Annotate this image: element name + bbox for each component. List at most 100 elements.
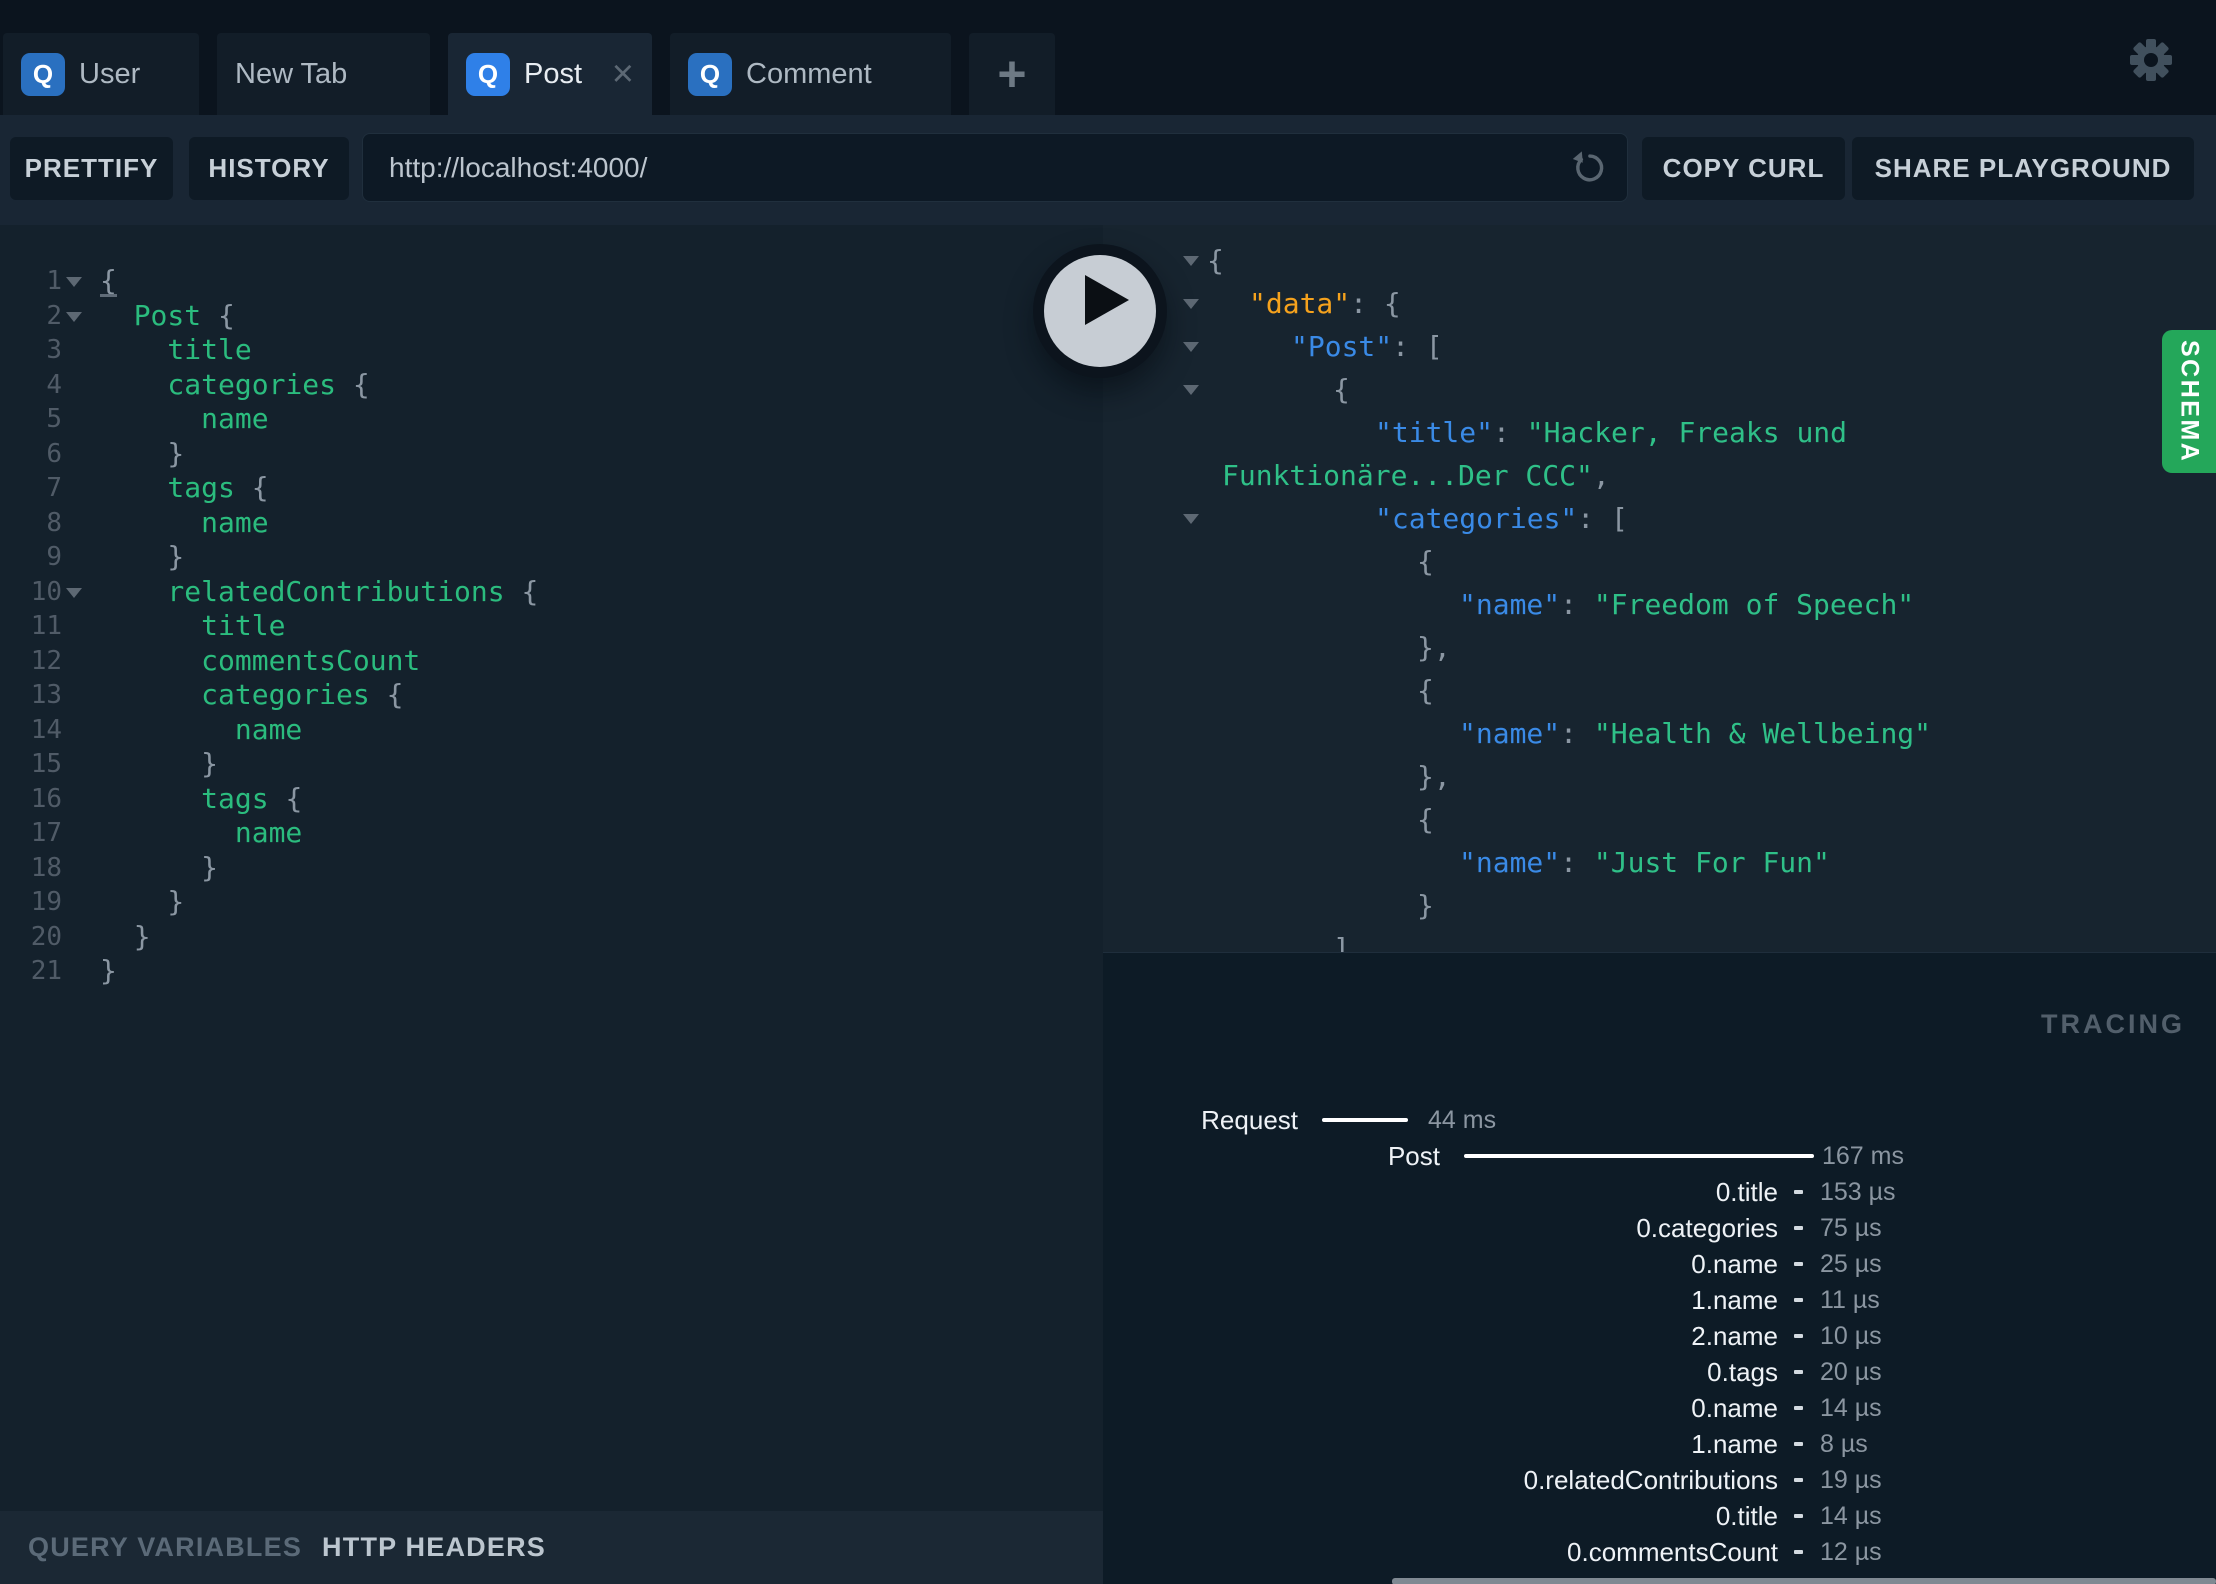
line-number: 15	[30, 749, 62, 779]
token: "Just For Fun"	[1593, 846, 1830, 879]
schema-tab[interactable]: SCHEMA	[2162, 330, 2216, 473]
trace-dash	[1794, 1550, 1803, 1554]
execute-query-button[interactable]	[1033, 244, 1167, 378]
trace-value: 10 µs	[1820, 1322, 1882, 1350]
query-variables-tab[interactable]: QUERY VARIABLES	[28, 1532, 302, 1563]
token: }	[1417, 889, 1434, 922]
tab-user[interactable]: Q User	[3, 33, 199, 115]
trace-label: 0.categories	[1636, 1213, 1778, 1243]
code-text: }	[100, 540, 1103, 575]
tab-label: Post	[524, 57, 583, 90]
query-badge: Q	[466, 52, 510, 96]
new-tab-button[interactable]: +	[969, 33, 1055, 115]
trace-dash	[1794, 1334, 1803, 1338]
trace-dash	[1794, 1514, 1803, 1518]
code-text: }	[100, 851, 1103, 886]
token: {	[1417, 803, 1434, 836]
trace-row: 0.title 153 µs	[1103, 1174, 2216, 1210]
response-line: {	[1103, 540, 2216, 583]
token: {	[352, 367, 370, 401]
history-button[interactable]: HISTORY	[189, 137, 349, 200]
response-line: "name": "Just For Fun"	[1103, 841, 2216, 884]
token: "Post"	[1291, 330, 1393, 363]
fold-arrow-icon[interactable]	[1183, 299, 1199, 309]
token: :	[1560, 846, 1594, 879]
editor-line: 17 name	[0, 816, 1103, 851]
fold-arrow-icon[interactable]	[1183, 385, 1199, 395]
token: "title"	[1375, 416, 1494, 449]
copy-curl-button[interactable]: COPY CURL	[1642, 137, 1845, 200]
fold-arrow-icon[interactable]	[1183, 256, 1199, 266]
code-text: {	[1207, 239, 2216, 282]
settings-gear-icon[interactable]	[2128, 37, 2174, 83]
token: {	[218, 298, 235, 332]
editor-line: 21}	[0, 954, 1103, 989]
refresh-icon[interactable]	[1569, 149, 1607, 187]
url-input[interactable]: http://localhost:4000/	[362, 133, 1628, 202]
token: {	[1417, 545, 1434, 578]
code-text: }	[100, 437, 1103, 472]
fold-arrow-icon[interactable]	[66, 587, 82, 598]
code-text: }	[100, 885, 1103, 920]
line-number: 1	[46, 266, 62, 296]
trace-value: 75 µs	[1820, 1214, 1882, 1242]
editor-line: 8 name	[0, 506, 1103, 541]
code-text: "data": {	[1207, 282, 2216, 325]
code-text: }	[100, 920, 1103, 955]
code-text: }	[100, 954, 1103, 989]
trace-value: 44 ms	[1428, 1106, 1497, 1134]
response-line: {	[1103, 368, 2216, 411]
text-cursor	[100, 294, 117, 297]
code-text: "name": "Health & Wellbeing"	[1207, 712, 2216, 755]
code-text: categories {	[100, 678, 1103, 713]
token: ]	[1333, 932, 1350, 952]
response-line: {	[1103, 669, 2216, 712]
query-editor[interactable]: 1{2 Post {3 title 4 categories {5 name 6} 7 tags…	[0, 225, 1103, 1511]
trace-value: 25 µs	[1820, 1250, 1882, 1278]
token: "categories"	[1375, 502, 1578, 535]
code-text: name	[100, 402, 1103, 437]
code-text: {	[1207, 368, 2216, 411]
trace-label: 0.tags	[1707, 1357, 1778, 1387]
editor-line: 20}	[0, 920, 1103, 955]
token: {	[1333, 373, 1350, 406]
line-number: 17	[30, 818, 62, 848]
line-number: 5	[46, 404, 62, 434]
horizontal-scrollbar[interactable]	[1392, 1578, 2216, 1584]
tab-comment[interactable]: Q Comment	[670, 33, 951, 115]
response-pane: {"data": {"Post": [{"title": "Hacker, Fr…	[1103, 225, 2216, 952]
token: }	[167, 885, 185, 918]
line-number: 11	[30, 611, 62, 641]
code-text: },	[1207, 626, 2216, 669]
code-text: Funktionäre...Der CCC",	[1207, 454, 2216, 497]
token: }	[201, 747, 218, 780]
code-text: "name": "Just For Fun"	[1207, 841, 2216, 884]
trace-value: 19 µs	[1820, 1466, 1882, 1494]
prettify-button[interactable]: PRETTIFY	[10, 137, 173, 200]
tab-post[interactable]: Q Post ×	[448, 33, 652, 115]
http-headers-tab[interactable]: HTTP HEADERS	[322, 1532, 546, 1563]
token: title	[201, 609, 286, 642]
trace-value: 153 µs	[1820, 1178, 1896, 1206]
code-text: {	[1207, 798, 2216, 841]
editor-line: 2 Post {	[0, 299, 1103, 334]
close-icon[interactable]: ×	[600, 55, 634, 93]
token: title	[167, 333, 252, 366]
code-text: {	[1207, 540, 2216, 583]
fold-arrow-icon[interactable]	[1183, 342, 1199, 352]
trace-label: 2.name	[1691, 1321, 1778, 1351]
token: "name"	[1459, 588, 1561, 621]
schema-tab-label: SCHEMA	[2175, 339, 2204, 464]
tab-new-tab[interactable]: New Tab	[217, 33, 430, 115]
code-text: categories {	[100, 368, 1103, 403]
fold-arrow-icon[interactable]	[1183, 514, 1199, 524]
share-playground-button[interactable]: SHARE PLAYGROUND	[1852, 137, 2194, 200]
fold-arrow-icon[interactable]	[66, 311, 82, 322]
trace-row: 0.name 25 µs	[1103, 1246, 2216, 1282]
line-number: 16	[30, 783, 62, 814]
response-lines: {"data": {"Post": [{"title": "Hacker, Fr…	[1103, 239, 2216, 952]
code-text: Post {	[100, 299, 1103, 334]
fold-arrow-icon[interactable]	[66, 277, 82, 287]
response-line: "categories": [	[1103, 497, 2216, 540]
token: }	[167, 540, 185, 573]
